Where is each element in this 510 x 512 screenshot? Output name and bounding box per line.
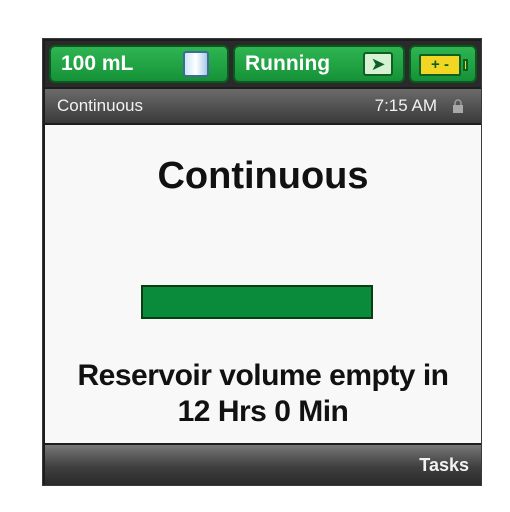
- battery-indicator: + -: [409, 45, 477, 83]
- pump-screen: 100 mL Running ➤ + - Continuous 7:15 AM …: [42, 38, 482, 486]
- reservoir-message-line2: 12 Hrs 0 Min: [177, 395, 349, 428]
- lock-icon: [453, 99, 463, 113]
- reservoir-volume-text: 100 mL: [61, 52, 134, 75]
- reservoir-icon: [183, 51, 209, 77]
- reservoir-message-line1: Reservoir volume empty in: [77, 359, 449, 392]
- progress-fill: [143, 287, 371, 317]
- reservoir-progress-bar: [141, 285, 373, 319]
- title-bar: Continuous 7:15 AM: [45, 89, 481, 123]
- mode-label: Continuous: [57, 96, 144, 115]
- run-state-text: Running: [245, 52, 331, 75]
- clock-time: 7:15 AM: [374, 96, 437, 115]
- status-bar: 100 mL Running ➤ + -: [45, 41, 481, 87]
- softkey-bar: Tasks: [45, 445, 481, 485]
- main-panel: Continuous Reservoir volume empty in 12 …: [45, 125, 481, 443]
- tasks-softkey[interactable]: Tasks: [419, 445, 469, 485]
- delivery-mode-heading: Continuous: [157, 155, 369, 197]
- running-icon: ➤: [363, 52, 393, 76]
- battery-icon: + -: [419, 54, 461, 76]
- reservoir-volume-indicator: 100 mL: [49, 45, 229, 83]
- run-state-indicator: Running ➤: [233, 45, 405, 83]
- battery-tip: [463, 59, 468, 71]
- battery-symbols: + -: [431, 56, 449, 73]
